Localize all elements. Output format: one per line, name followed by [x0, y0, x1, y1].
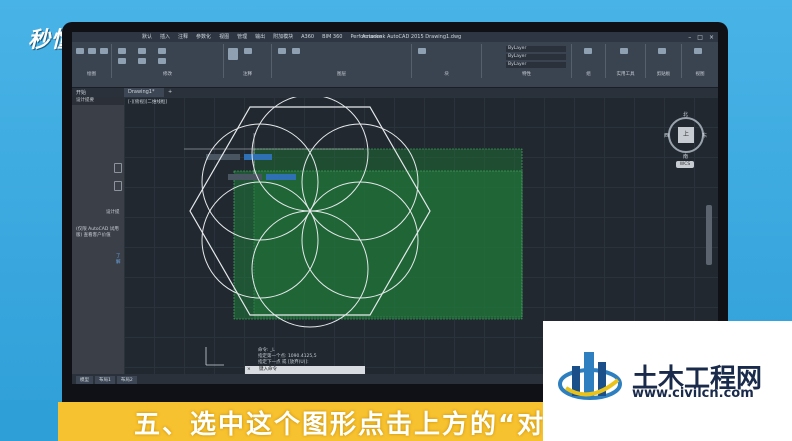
panel-label: 设计提 — [106, 210, 120, 215]
learn-more-link[interactable]: 了解 — [116, 253, 124, 265]
command-history: 命令: _L 指定第一个点: 1090.4125,5 指定下一点 或 [放弃(U… — [258, 348, 317, 366]
title-bar: 默认 插入 注释 参数化 视图 管理 输出 附加模块 A360 BIM 360 … — [72, 32, 718, 42]
dynamic-input-box — [266, 174, 296, 180]
linetype-select[interactable]: ByLayer — [506, 54, 566, 60]
caption-text: 五、选中这个图形点击上方的“对 — [134, 410, 546, 440]
ribbon-group-clipboard: 剪贴板 — [646, 44, 682, 78]
close-command-icon[interactable]: × — [247, 366, 251, 374]
menu-item[interactable]: BIM 360 — [322, 32, 342, 42]
insert-block-icon[interactable] — [418, 48, 426, 54]
fillet-icon[interactable] — [158, 58, 166, 64]
menu-item[interactable]: 附加模块 — [273, 32, 293, 42]
color-select[interactable]: ByLayer — [506, 46, 566, 52]
ribbon: 绘图 修改 注释 图层 块 ByLayer ByLayer ByLayer 特性… — [72, 42, 718, 88]
panel-description: (仅限 AutoCAD 试用版) 查看客户价值 — [76, 227, 119, 238]
ribbon-group-label: 图层 — [337, 72, 346, 77]
menu-item[interactable]: 参数化 — [196, 32, 211, 42]
menu-item[interactable]: 视图 — [219, 32, 229, 42]
ribbon-group-view: 视图 — [682, 44, 718, 78]
menu-item[interactable]: A360 — [301, 32, 314, 42]
tab-layout2[interactable]: 布局2 — [116, 376, 137, 384]
tab-model[interactable]: 模型 — [76, 376, 93, 384]
compass-east[interactable]: 东 — [702, 132, 707, 139]
design-feed-panel: 设计提要 设计提 (仅限 AutoCAD 试用版) 查看客户价值 了解 — [72, 97, 124, 377]
vertical-scrollbar[interactable] — [706, 205, 712, 265]
layer-properties-icon[interactable] — [278, 48, 286, 54]
menu-item[interactable]: 默认 — [142, 32, 152, 42]
group-icon[interactable] — [584, 48, 592, 54]
layout-tabs: 模型 布局1 布局2 — [76, 376, 137, 384]
viewcube-top-face[interactable]: 上 — [678, 127, 694, 143]
ribbon-group-layers: 图层 — [272, 44, 412, 78]
selection-window-inner — [233, 170, 523, 320]
dynamic-input-box — [244, 154, 272, 160]
lineweight-select[interactable]: ByLayer — [506, 62, 566, 68]
ribbon-group-label: 实用工具 — [616, 72, 635, 77]
tab-layout1[interactable]: 布局1 — [95, 376, 115, 384]
paste-icon[interactable] — [658, 48, 666, 54]
menu-bar: 默认 插入 注释 参数化 视图 管理 输出 附加模块 A360 BIM 360 … — [142, 32, 382, 42]
new-tab-button[interactable]: + — [168, 89, 172, 95]
ribbon-group-groups: 组 — [572, 44, 606, 78]
ribbon-group-label: 修改 — [163, 72, 172, 77]
ribbon-group-block: 块 — [412, 44, 482, 78]
polyline-tool-icon[interactable] — [88, 48, 96, 54]
tab-start[interactable]: 开始 — [76, 89, 86, 96]
panel-toggle-icon[interactable] — [114, 181, 122, 191]
watermark-logo-icon — [558, 352, 622, 400]
wcs-menu-button[interactable]: WCS — [676, 161, 694, 168]
ribbon-group-label: 组 — [586, 72, 591, 77]
dimension-icon[interactable] — [244, 48, 252, 54]
watermark-url: www.civilcn.com — [632, 386, 754, 401]
file-tabs: 开始 Drawing1* + — [72, 88, 718, 97]
menu-item[interactable]: 输出 — [255, 32, 265, 42]
compass-west[interactable]: 西 — [664, 132, 669, 139]
measure-icon[interactable] — [620, 48, 628, 54]
layer-state-icon[interactable] — [292, 48, 300, 54]
ribbon-group-label: 特性 — [522, 72, 531, 77]
tab-drawing1[interactable]: Drawing1* — [124, 88, 164, 97]
rotate-icon[interactable] — [138, 48, 146, 54]
panel-header: 设计提要 — [72, 97, 124, 105]
trim-icon[interactable] — [158, 48, 166, 54]
line-tool-icon[interactable] — [76, 48, 84, 54]
mirror-icon[interactable] — [138, 58, 146, 64]
move-icon[interactable] — [118, 48, 126, 54]
viewcube[interactable]: 上 北 南 东 西 WCS — [664, 111, 708, 171]
ribbon-group-annotate: 注释 — [224, 44, 272, 78]
menu-item[interactable]: 管理 — [237, 32, 247, 42]
text-tool-icon[interactable] — [228, 48, 238, 60]
compass-north[interactable]: 北 — [683, 111, 688, 118]
ribbon-group-draw: 绘图 — [72, 44, 112, 78]
menu-item[interactable]: 插入 — [160, 32, 170, 42]
compass-south[interactable]: 南 — [683, 153, 688, 160]
command-line[interactable]: × 键入命令 — [245, 366, 365, 374]
ribbon-group-label: 块 — [444, 72, 449, 77]
copy-icon[interactable] — [118, 58, 126, 64]
circle-tool-icon[interactable] — [100, 48, 108, 54]
ribbon-group-label: 剪贴板 — [656, 72, 671, 77]
ribbon-group-label: 视图 — [695, 72, 705, 77]
ribbon-group-properties: ByLayer ByLayer ByLayer 特性 — [482, 44, 572, 78]
lock-icon[interactable] — [114, 163, 122, 173]
menu-item[interactable]: 注释 — [178, 32, 188, 42]
view-icon[interactable] — [694, 48, 702, 54]
ribbon-group-label: 注释 — [243, 72, 252, 77]
window-title: Autodesk AutoCAD 2015 Drawing1.dwg — [362, 34, 462, 40]
ribbon-group-utilities: 实用工具 — [606, 44, 646, 78]
ribbon-group-label: 绘图 — [87, 72, 96, 77]
command-prompt: 键入命令 — [259, 367, 277, 372]
ribbon-group-modify: 修改 — [112, 44, 224, 78]
background-strip — [0, 400, 60, 441]
